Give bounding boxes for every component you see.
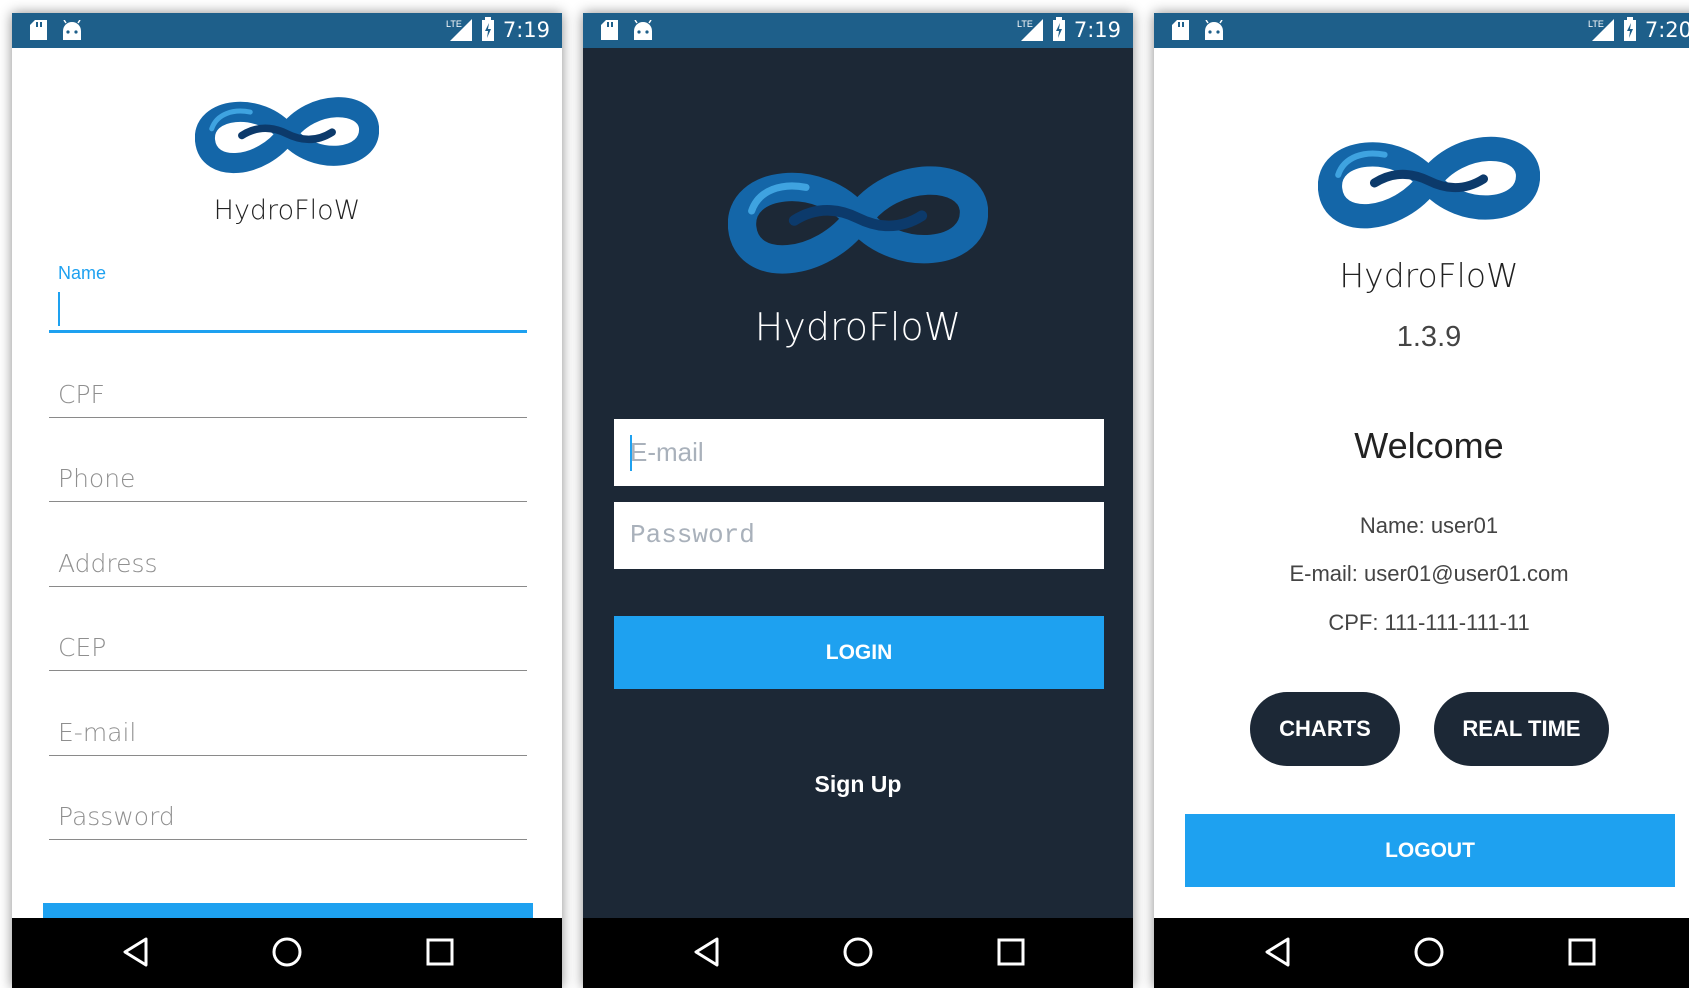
user-cpf: CPF: 111-111-111-11 (1328, 610, 1530, 635)
status-bar: 7:20 (1154, 13, 1689, 48)
clock: 7:19 (1073, 17, 1121, 42)
realtime-button[interactable]: REAL TIME (1434, 692, 1609, 766)
field-underline (49, 839, 527, 840)
hydroflow-logo-icon (195, 89, 379, 187)
email-placeholder: E-mail (630, 437, 704, 467)
lte-signal-icon (445, 19, 472, 41)
password-placeholder: Password (630, 520, 755, 550)
navigation-bar (583, 918, 1133, 988)
brand-name: HydroFloW (1339, 256, 1519, 295)
text-caret (58, 292, 60, 326)
android-icon (1204, 20, 1224, 40)
welcome-heading: Welcome (1354, 425, 1504, 466)
charts-button[interactable]: CHARTS (1250, 692, 1400, 766)
home-icon[interactable] (1413, 936, 1445, 968)
sd-card-icon (30, 20, 47, 40)
field-underline (49, 586, 527, 587)
user-email: E-mail: user01@user01.com (1289, 561, 1569, 586)
email-input[interactable]: E-mail (614, 419, 1104, 486)
battery-charging-icon (1623, 17, 1636, 41)
home-screen: 7:20 HydroFloW 1.3.9 Welcome Name: user0… (1154, 13, 1689, 988)
battery-charging-icon (481, 17, 494, 41)
lte-signal-icon (1587, 19, 1614, 41)
logout-button[interactable]: LOGOUT (1185, 814, 1675, 887)
password-input[interactable]: Password (614, 502, 1104, 569)
password-field[interactable]: Password (49, 780, 527, 840)
field-underline (49, 501, 527, 502)
phone-placeholder: Phone (58, 464, 136, 493)
login-screen: 7:19 HydroFloW E-mail Password LOGIN Sig… (583, 13, 1133, 988)
email-field[interactable]: E-mail (49, 696, 527, 756)
lte-signal-icon (1016, 19, 1043, 41)
status-bar: 7:19 (12, 13, 562, 48)
hydroflow-logo-icon (1318, 128, 1540, 244)
back-icon[interactable] (1264, 936, 1296, 968)
navigation-bar (1154, 918, 1689, 988)
sd-card-icon (601, 20, 618, 40)
battery-charging-icon (1052, 17, 1065, 41)
android-icon (62, 20, 82, 40)
field-underline (49, 670, 527, 671)
cep-field[interactable]: CEP (49, 611, 527, 671)
back-icon[interactable] (122, 936, 154, 968)
android-icon (633, 20, 653, 40)
clock: 7:19 (502, 17, 550, 42)
cpf-field[interactable]: CPF (49, 358, 527, 418)
home-icon[interactable] (842, 936, 874, 968)
back-icon[interactable] (693, 936, 725, 968)
field-underline (49, 417, 527, 418)
phone-field[interactable]: Phone (49, 442, 527, 502)
brand-name: HydroFloW (754, 305, 962, 349)
clock: 7:20 (1644, 17, 1689, 42)
email-placeholder: E-mail (58, 718, 137, 747)
hydroflow-logo-icon (728, 156, 988, 292)
name-label: Name (58, 263, 107, 283)
signup-link[interactable]: Sign Up (583, 771, 1133, 798)
user-name: Name: user01 (1359, 513, 1499, 538)
address-field[interactable]: Address (49, 527, 527, 587)
name-underline (49, 330, 527, 333)
status-bar: 7:19 (583, 13, 1133, 48)
recents-icon[interactable] (1566, 936, 1598, 968)
signup-screen: 7:19 HydroFloW Name CPF Phone Address CE… (12, 13, 562, 988)
name-field[interactable]: Name (49, 263, 527, 333)
address-placeholder: Address (58, 549, 158, 578)
cep-placeholder: CEP (58, 633, 107, 662)
login-button[interactable]: LOGIN (614, 616, 1104, 689)
home-icon[interactable] (271, 936, 303, 968)
navigation-bar (12, 918, 562, 988)
password-placeholder: Password (58, 802, 175, 831)
cpf-placeholder: CPF (58, 380, 105, 409)
app-version: 1.3.9 (1396, 321, 1462, 353)
sd-card-icon (1172, 20, 1189, 40)
recents-icon[interactable] (424, 936, 456, 968)
brand-name: HydroFloW (213, 195, 361, 226)
field-underline (49, 755, 527, 756)
recents-icon[interactable] (995, 936, 1027, 968)
